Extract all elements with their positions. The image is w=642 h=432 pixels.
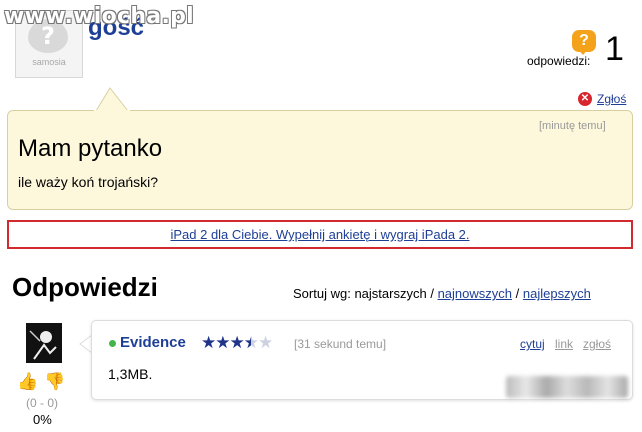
user-rating: ★★★★★ bbox=[201, 333, 273, 353]
vote-score: (0 - 0) bbox=[26, 396, 59, 410]
vote-percent: 0% bbox=[33, 412, 52, 427]
sort-best-link[interactable]: najlepszych bbox=[523, 286, 591, 301]
permalink-link[interactable]: link bbox=[555, 337, 573, 351]
sort-current: najstarszych bbox=[354, 286, 427, 301]
answers-count: 1 bbox=[605, 30, 624, 68]
answer-author[interactable]: Evidence bbox=[120, 334, 186, 351]
question-body: ile waży koń trojański? bbox=[18, 174, 159, 190]
thumbs-down-icon[interactable]: 👎 bbox=[44, 372, 65, 392]
avatar-caption: samosia bbox=[32, 57, 66, 67]
half-star-icon: ★ bbox=[243, 333, 259, 353]
ad-banner: iPad 2 dla Ciebie. Wypełnij ankietę i wy… bbox=[7, 220, 633, 249]
answers-count-label: odpowiedzi: bbox=[527, 54, 591, 68]
answer-body: 1,3MB. bbox=[108, 366, 153, 382]
sort-separator: / bbox=[515, 286, 520, 301]
close-circle-icon[interactable]: ✕ bbox=[578, 92, 592, 106]
question-bubble-tail bbox=[94, 87, 130, 112]
sort-options: Sortuj wg: najstarszych / najnowszych / … bbox=[293, 286, 591, 301]
star-icon: ★ bbox=[201, 333, 216, 353]
watermark: www.wiocha.pl bbox=[4, 4, 194, 29]
sort-newest-link[interactable]: najnowszych bbox=[438, 286, 512, 301]
report-answer-link[interactable]: zgłoś bbox=[583, 337, 611, 351]
report-question-link[interactable]: Zgłoś bbox=[597, 92, 626, 106]
thumbs-up-icon[interactable]: 👍 bbox=[17, 372, 38, 392]
sort-separator: / bbox=[430, 286, 434, 301]
star-empty-icon: ★ bbox=[258, 333, 273, 353]
quote-link[interactable]: cytuj bbox=[520, 337, 545, 351]
ad-link[interactable]: iPad 2 dla Ciebie. Wypełnij ankietę i wy… bbox=[9, 222, 631, 247]
star-icon: ★ bbox=[215, 333, 230, 353]
blurred-content bbox=[506, 376, 628, 398]
answerer-avatar[interactable] bbox=[26, 323, 62, 363]
sort-label: Sortuj wg: bbox=[293, 286, 351, 301]
online-status-icon bbox=[109, 340, 116, 347]
question-title: Mam pytanko bbox=[18, 135, 163, 162]
question-timestamp: [minutę temu] bbox=[539, 120, 606, 132]
answer-timestamp: [31 sekund temu] bbox=[294, 337, 387, 351]
answers-heading: Odpowiedzi bbox=[12, 272, 158, 302]
star-icon: ★ bbox=[229, 333, 245, 353]
